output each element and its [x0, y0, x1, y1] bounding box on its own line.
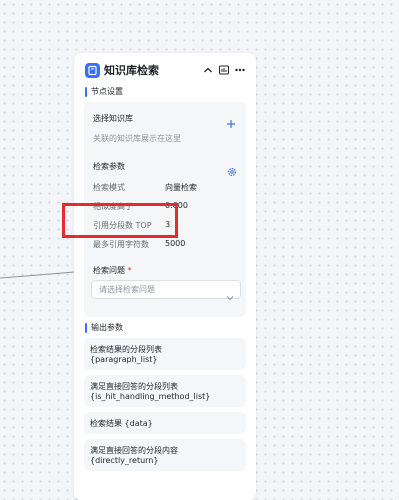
- param-label-max-chars: 最多引用字符数: [93, 240, 149, 249]
- node-title: 知识库检索: [104, 64, 159, 77]
- params-label: 检索参数: [93, 162, 125, 171]
- param-value-max-chars: 5000: [165, 239, 186, 248]
- output-item-title: 满足直接回答的分段列表: [90, 382, 178, 391]
- knowledge-label: 选择知识库: [93, 114, 133, 123]
- required-mark: *: [127, 266, 132, 275]
- node-header: 知识库检索: [74, 53, 256, 87]
- status-icon[interactable]: [217, 63, 231, 77]
- output-item-title: 检索结果的分段列表: [90, 345, 162, 354]
- book-icon: [85, 63, 100, 78]
- output-item-title: 满足直接回答的分段内容: [90, 446, 178, 455]
- gear-icon[interactable]: [227, 162, 237, 177]
- output-section-title: 输出参数: [85, 323, 123, 333]
- question-label: 检索问题 *: [93, 265, 132, 276]
- more-icon[interactable]: [233, 63, 247, 77]
- output-item: 检索结果的分段列表 {paragraph_list}: [84, 338, 246, 370]
- chevron-down-icon: [226, 286, 234, 305]
- chevron-up-icon[interactable]: [201, 63, 215, 77]
- output-item-var: {is_hit_handling_method_list}: [90, 392, 211, 401]
- question-label-text: 检索问题: [93, 266, 125, 275]
- param-label-mode: 检索模式: [93, 183, 125, 192]
- output-item-var: {directly_return}: [90, 456, 159, 465]
- output-item: 满足直接回答的分段内容 {directly_return}: [84, 439, 246, 471]
- question-select[interactable]: 请选择检索问题: [91, 280, 241, 301]
- question-select-placeholder: 请选择检索问题: [99, 285, 155, 294]
- plus-icon[interactable]: [226, 114, 236, 128]
- output-item: 检索结果 {data}: [84, 412, 246, 434]
- param-value-mode: 向量检索: [165, 183, 197, 192]
- output-item-var: {paragraph_list}: [90, 355, 158, 364]
- node-settings-title: 节点设置: [85, 87, 123, 97]
- output-item-title: 检索结果 {data}: [90, 419, 153, 428]
- output-item: 满足直接回答的分段列表 {is_hit_handling_method_list…: [84, 375, 246, 407]
- highlight-annotation-box: [62, 203, 178, 238]
- knowledge-placeholder: 关联的知识库展示在这里: [93, 134, 181, 143]
- knowledge-retrieval-node[interactable]: 知识库检索 节点设置 选择知识库 关联的知识库展示在这里 检索参数 检索模式 向…: [74, 53, 256, 500]
